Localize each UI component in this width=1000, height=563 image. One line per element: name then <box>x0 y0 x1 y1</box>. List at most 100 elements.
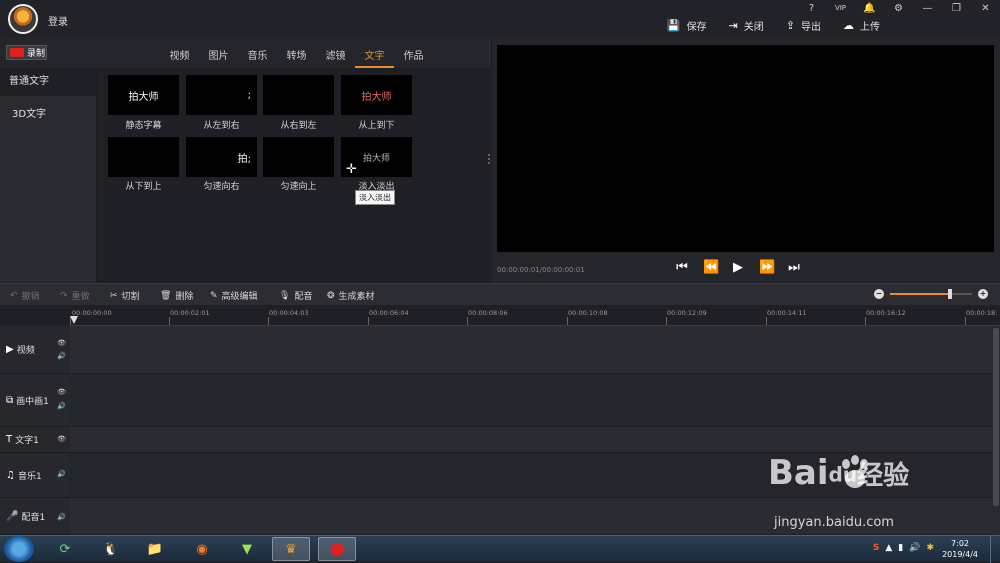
vip-icon[interactable]: VIP <box>826 0 855 16</box>
track-lane-text[interactable] <box>70 427 992 453</box>
track-header-text[interactable]: T 文字1 👁 <box>0 427 70 453</box>
export-button[interactable]: ⇪ 导出 <box>786 18 821 33</box>
tab-text[interactable]: 文字 <box>355 47 394 68</box>
tray-expand-icon[interactable]: ▲ <box>885 543 892 553</box>
scrollbar-thumb[interactable] <box>993 328 999 506</box>
zoom-in-icon[interactable]: + <box>978 289 988 299</box>
timeline-scrollbar[interactable] <box>992 326 1000 535</box>
effect-thumb-static[interactable]: 拍大师 <box>108 75 179 115</box>
skip-start-icon[interactable]: ⏮ <box>675 260 689 275</box>
volume-icon[interactable]: 🔊 <box>57 402 66 410</box>
eye-icon[interactable]: 👁 <box>57 388 66 396</box>
tab-works[interactable]: 作品 <box>394 47 433 68</box>
eye-icon[interactable]: 👁 <box>57 435 66 443</box>
dub-button[interactable]: 🎙 配音 <box>279 289 312 303</box>
category-3d-text[interactable]: 3D文字 <box>0 101 96 129</box>
tab-music[interactable]: 音乐 <box>238 47 277 68</box>
timeline-ruler[interactable]: 00:00:00:00 00:00:02:01 00:00:04:03 00:0… <box>70 305 1000 326</box>
gear-icon[interactable]: ⚙ <box>884 0 913 16</box>
taskbar-app-paidashi[interactable]: ♛ <box>272 537 310 561</box>
zoom-control: − + <box>874 289 988 299</box>
volume-icon[interactable]: 🔊 <box>57 352 66 360</box>
ruler-major-tick <box>965 317 966 325</box>
ruler-tick-label: 00:00:04:03 <box>269 309 309 317</box>
save-label: 保存 <box>686 22 707 33</box>
bell-icon[interactable]: 🔔 <box>855 0 884 16</box>
delete-label: 删除 <box>175 292 194 302</box>
sogou-ime-icon[interactable]: S <box>873 543 879 553</box>
step-back-icon[interactable]: ⏪ <box>703 260 719 275</box>
close-project-button[interactable]: ⇥ 关闭 <box>729 18 764 33</box>
show-desktop-button[interactable] <box>990 536 1000 563</box>
effect-label-top-to-bottom: 从上到下 <box>358 121 395 131</box>
volume-icon[interactable]: 🔊 <box>57 513 66 521</box>
zoom-out-icon[interactable]: − <box>874 289 884 299</box>
panel-splitter[interactable] <box>488 154 490 164</box>
taskbar-app-media[interactable]: ▼ <box>228 537 266 561</box>
close-icon[interactable]: ✕ <box>971 0 1000 16</box>
volume-icon[interactable]: 🔊 <box>57 470 66 478</box>
zoom-slider[interactable] <box>890 289 972 299</box>
taskbar-app-firefox[interactable]: ◉ <box>183 537 221 561</box>
login-link[interactable]: 登录 <box>48 13 68 28</box>
ruler-major-tick <box>567 317 568 325</box>
track-lane-video[interactable] <box>70 326 992 374</box>
generate-material-button[interactable]: ❂ 生成素材 <box>327 289 375 303</box>
taskbar-app-recorder[interactable]: ⬤ <box>318 537 356 561</box>
tab-image[interactable]: 图片 <box>199 47 238 68</box>
effect-thumb-left-to-right[interactable]: ; <box>186 75 257 115</box>
watermark-logo-left: Bai <box>768 453 829 493</box>
undo-button[interactable]: ↶ 撤销 <box>10 289 40 303</box>
ruler-major-tick <box>766 317 767 325</box>
minimize-icon[interactable]: — <box>913 0 942 16</box>
skip-end-icon[interactable]: ⏭ <box>787 260 801 275</box>
avatar[interactable] <box>8 4 38 34</box>
track-header-dub[interactable]: 🎤 配音1 🔊 <box>0 498 70 535</box>
zoom-slider-handle[interactable] <box>947 289 952 299</box>
battery-icon[interactable]: ▮ <box>898 543 903 553</box>
record-circle-icon: ⬤ <box>329 541 345 557</box>
eye-icon[interactable]: 👁 <box>57 339 66 347</box>
close-doc-icon: ⇥ <box>728 19 738 32</box>
clock[interactable]: 7:02 2019/4/4 <box>942 538 978 560</box>
effect-thumb-bottom-to-top[interactable] <box>108 137 179 177</box>
network-icon[interactable]: ✱ <box>926 543 934 553</box>
baidu-jingyan-watermark: Baidu经验 jingyan.baidu.com <box>768 453 943 533</box>
help-icon[interactable]: ? <box>797 0 826 16</box>
redo-button[interactable]: ↷ 重做 <box>60 289 90 303</box>
taskbar-app-360[interactable]: ⟳ <box>46 537 84 561</box>
effect-thumb-uniform-up[interactable] <box>263 137 334 177</box>
record-icon <box>10 48 24 57</box>
effect-thumb-uniform-right[interactable]: 拍; <box>186 137 257 177</box>
effect-label-left-to-right: 从左到右 <box>203 121 240 131</box>
restore-icon[interactable]: ❐ <box>942 0 971 16</box>
track-header-pip[interactable]: ⧉ 画中画1 👁 🔊 <box>0 374 70 427</box>
start-button[interactable] <box>4 536 34 562</box>
cut-button[interactable]: ✂ 切割 <box>110 289 140 303</box>
speaker-icon[interactable]: 🔊 <box>909 543 920 553</box>
taskbar-app-qq[interactable]: 🐧 <box>92 537 130 561</box>
track-header-music[interactable]: ♫ 音乐1 🔊 <box>0 453 70 498</box>
effect-thumb-right-to-left[interactable] <box>263 75 334 115</box>
taskbar: ⟳ 🐧 📁 ◉ ▼ ♛ ⬤ S ▲ ▮ 🔊 ✱ 7:02 2019/4/4 <box>0 535 1000 563</box>
effect-thumb-top-to-bottom[interactable]: 拍大师 <box>341 75 412 115</box>
tooltip: 淡入淡出 <box>355 190 395 205</box>
track-header-video[interactable]: ▶ 视频 👁 🔊 <box>0 326 70 374</box>
record-button[interactable]: 录制 <box>6 45 47 60</box>
refresh-globe-icon: ⟳ <box>59 541 71 557</box>
upload-button[interactable]: ☁ 上传 <box>843 18 880 33</box>
category-normal-text[interactable]: 普通文字 <box>0 68 96 96</box>
track-label-text: 文字1 <box>15 436 39 446</box>
tab-transition[interactable]: 转场 <box>277 47 316 68</box>
tab-video[interactable]: 视频 <box>160 47 199 68</box>
playhead[interactable] <box>70 316 78 324</box>
action-bar: 💾 保存 ⇥ 关闭 ⇪ 导出 ☁ 上传 <box>667 18 880 33</box>
track-lane-pip[interactable] <box>70 374 992 427</box>
play-icon[interactable]: ▶ <box>731 260 745 275</box>
save-button[interactable]: 💾 保存 <box>667 18 707 33</box>
taskbar-app-explorer[interactable]: 📁 <box>136 537 174 561</box>
tab-filter[interactable]: 滤镜 <box>316 47 355 68</box>
step-forward-icon[interactable]: ⏩ <box>759 260 775 275</box>
advanced-edit-button[interactable]: ✎ 高级编辑 <box>210 289 258 303</box>
delete-button[interactable]: 🗑 删除 <box>160 289 194 303</box>
